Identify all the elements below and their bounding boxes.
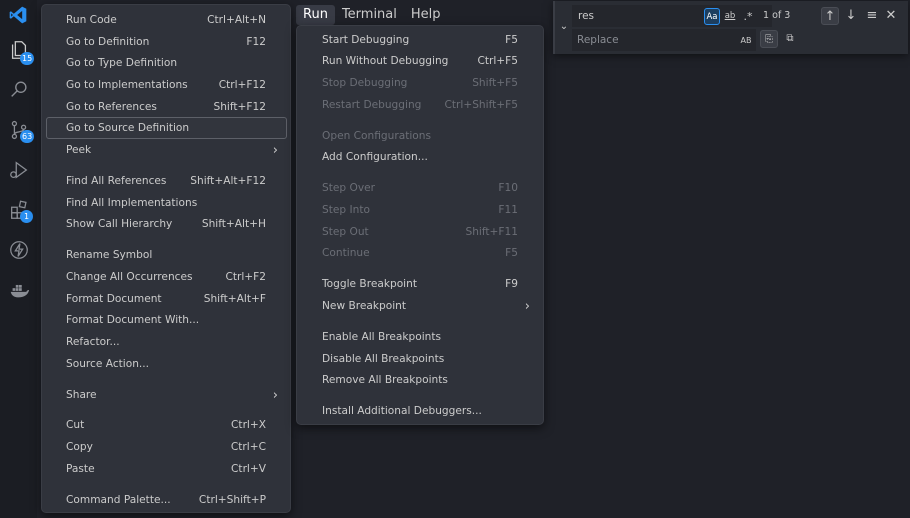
menu-item-cut[interactable]: Cut Ctrl+X	[42, 414, 290, 436]
menu-item-install-additional-debuggers[interactable]: Install Additional Debuggers...	[297, 400, 543, 422]
menu-item-run-without-debugging[interactable]: Run Without Debugging Ctrl+F5	[297, 50, 543, 72]
find-replace-widget: ⌄ res Aa ab .* 1 of 3 ↑ ↓ ≡ ✕ Replace AB…	[553, 1, 908, 54]
menu-item-new-breakpoint[interactable]: New Breakpoint ›	[297, 295, 543, 317]
menu-item-stop-debugging[interactable]: Stop Debugging Shift+F5	[297, 72, 543, 94]
source-control-badge: 63	[20, 130, 35, 143]
menu-item-peek[interactable]: Peek ›	[42, 139, 290, 161]
menu-item-go-to-implementations[interactable]: Go to Implementations Ctrl+F12	[42, 74, 290, 96]
menu-item-continue[interactable]: Continue F5	[297, 242, 543, 264]
menu-item-rename-symbol[interactable]: Rename Symbol	[42, 244, 290, 266]
search-icon[interactable]	[0, 70, 37, 110]
menu-item-go-to-source-definition[interactable]: Go to Source Definition	[46, 117, 287, 139]
toggle-replace-chevron-icon[interactable]: ⌄	[557, 21, 571, 35]
menu-item-change-all-occurrences[interactable]: Change All Occurrences Ctrl+F2	[42, 266, 290, 288]
find-input-value: res	[578, 10, 595, 22]
replace-input[interactable]: Replace	[572, 29, 756, 51]
lightning-icon[interactable]	[0, 230, 37, 270]
menu-item-show-call-hierarchy[interactable]: Show Call Hierarchy Shift+Alt+H	[42, 213, 290, 235]
chevron-right-icon: ›	[272, 387, 278, 403]
menu-item-paste[interactable]: Paste Ctrl+V	[42, 458, 290, 480]
editor-context-menu: Run Code Ctrl+Alt+N Go to Definition F12 G…	[41, 4, 291, 513]
whole-word-toggle[interactable]: ab	[722, 8, 738, 25]
activity-bar: 15 63 1	[0, 0, 37, 518]
menu-item-remove-all-breakpoints[interactable]: Remove All Breakpoints	[297, 369, 543, 391]
menu-item-run-code[interactable]: Run Code Ctrl+Alt+N	[42, 9, 290, 31]
menu-item-go-to-type-definition[interactable]: Go to Type Definition	[42, 52, 290, 74]
menubar-help[interactable]: Help	[404, 5, 448, 25]
previous-match-arrow-up-icon[interactable]: ↑	[821, 7, 839, 25]
menu-item-format-document[interactable]: Format Document Shift+Alt+F	[42, 288, 290, 310]
replace-all-icon[interactable]: ⧉	[781, 30, 799, 48]
menu-item-command-palette[interactable]: Command Palette... Ctrl+Shift+P	[42, 489, 290, 511]
close-icon[interactable]: ✕	[882, 7, 900, 25]
menu-item-go-to-references[interactable]: Go to References Shift+F12	[42, 96, 290, 118]
menubar-terminal[interactable]: Terminal	[335, 5, 404, 25]
next-match-arrow-down-icon[interactable]: ↓	[842, 7, 860, 25]
chevron-right-icon: ›	[272, 142, 278, 158]
menu-item-toggle-breakpoint[interactable]: Toggle Breakpoint F9	[297, 273, 543, 295]
menu-item-step-over[interactable]: Step Over F10	[297, 177, 543, 199]
menu-item-find-all-implementations[interactable]: Find All Implementations	[42, 192, 290, 214]
menu-item-step-into[interactable]: Step Into F11	[297, 199, 543, 221]
menubar-run[interactable]: Run	[296, 5, 335, 25]
menu-item-share[interactable]: Share ›	[42, 384, 290, 406]
extensions-badge: 1	[20, 210, 33, 223]
menubar: Run Terminal Help	[296, 5, 448, 25]
match-count: 1 of 3	[763, 10, 791, 21]
vscode-logo-icon	[9, 6, 27, 24]
menu-item-open-configurations[interactable]: Open Configurations	[297, 125, 543, 147]
chevron-right-icon: ›	[524, 298, 530, 314]
explorer-icon[interactable]: 15	[0, 30, 37, 70]
docker-icon[interactable]	[0, 270, 37, 310]
match-case-toggle[interactable]: Aa	[704, 8, 720, 25]
menu-item-copy[interactable]: Copy Ctrl+C	[42, 436, 290, 458]
find-in-selection-icon[interactable]: ≡	[863, 7, 881, 25]
menu-item-enable-all-breakpoints[interactable]: Enable All Breakpoints	[297, 326, 543, 348]
preserve-case-toggle[interactable]: AB	[738, 32, 754, 49]
run-menu: Start Debugging F5 Run Without Debugging C…	[296, 25, 544, 425]
menu-item-go-to-definition[interactable]: Go to Definition F12	[42, 31, 290, 53]
replace-input-placeholder: Replace	[577, 34, 619, 46]
menu-item-add-configuration[interactable]: Add Configuration...	[297, 146, 543, 168]
menu-item-source-action[interactable]: Source Action...	[42, 353, 290, 375]
explorer-badge: 15	[20, 52, 35, 65]
menu-item-find-all-references[interactable]: Find All References Shift+Alt+F12	[42, 170, 290, 192]
extensions-icon[interactable]: 1	[0, 190, 37, 230]
menu-item-refactor[interactable]: Refactor...	[42, 331, 290, 353]
menu-item-disable-all-breakpoints[interactable]: Disable All Breakpoints	[297, 348, 543, 370]
menu-item-step-out[interactable]: Step Out Shift+F11	[297, 221, 543, 243]
menu-item-format-document-with[interactable]: Format Document With...	[42, 309, 290, 331]
run-debug-icon[interactable]	[0, 150, 37, 190]
menu-item-start-debugging[interactable]: Start Debugging F5	[297, 29, 543, 51]
menu-item-restart-debugging[interactable]: Restart Debugging Ctrl+Shift+F5	[297, 94, 543, 116]
source-control-icon[interactable]: 63	[0, 110, 37, 150]
replace-one-icon[interactable]: ⎘	[760, 30, 778, 48]
regex-toggle[interactable]: .*	[740, 8, 756, 25]
